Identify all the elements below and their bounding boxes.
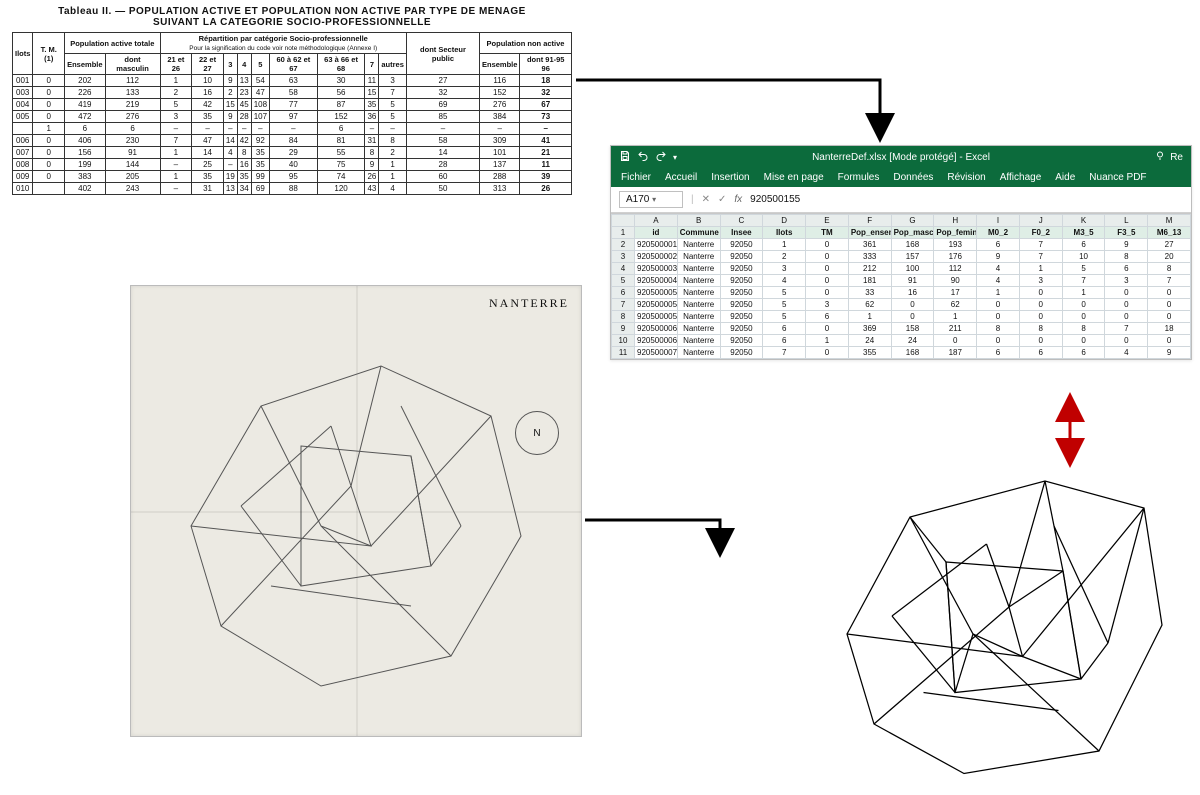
tell-me-text[interactable]: Re (1170, 152, 1183, 163)
table-row[interactable]: 10920500006Nanterre92050612424000000 (612, 335, 1191, 347)
arrow-oldmap-to-vector (585, 520, 720, 555)
ribbon-tab[interactable]: Mise en page (764, 172, 824, 183)
ribbon-tab[interactable]: Affichage (1000, 172, 1042, 183)
table-row: 006040623074714429284813185830941 (13, 135, 572, 147)
ribbon-tab[interactable]: Données (893, 172, 933, 183)
check-icon[interactable]: ✓ (718, 194, 726, 205)
col-header[interactable]: M (1148, 215, 1191, 227)
col-header[interactable]: G (891, 215, 934, 227)
excel-formula-bar: A170 ▾ | ✕ ✓ fx 920500155 (611, 187, 1191, 213)
table-row: 166––––––6––––– (13, 123, 572, 135)
col-header[interactable]: C (720, 215, 763, 227)
census-table: Ilots T. M. (1) Population active totale… (12, 32, 572, 195)
namebox[interactable]: A170 ▾ (619, 191, 683, 208)
lightbulb-icon[interactable] (1154, 150, 1166, 165)
ribbon-tab[interactable]: Accueil (665, 172, 697, 183)
map-title: NANTERRE (489, 296, 569, 311)
excel-titlebar: ▾ NanterreDef.xlsx [Mode protégé] - Exce… (611, 146, 1191, 168)
vector-cadastral-map (820, 460, 1180, 790)
col-header[interactable]: K (1062, 215, 1105, 227)
redo-icon[interactable] (655, 150, 667, 165)
col-header[interactable]: I (977, 215, 1020, 227)
col-header[interactable]: J (1019, 215, 1062, 227)
excel-grid[interactable]: ABCDEFGHIJKLM 1idCommuneInseeIlotsTMPop_… (611, 213, 1191, 359)
col-header[interactable]: F (848, 215, 891, 227)
table-row: 0050472276335928107971523658538473 (13, 111, 572, 123)
col-header[interactable]: H (934, 215, 977, 227)
ribbon-tab[interactable]: Formules (838, 172, 880, 183)
table-row[interactable]: 3920500002Nanterre9205020333157176971082… (612, 251, 1191, 263)
table-row: 0040419219542154510877873556927667 (13, 99, 572, 111)
table-row[interactable]: 5920500004Nanterre9205040181919043737 (612, 275, 1191, 287)
table-row[interactable]: 11920500007Nanterre920507035516818766649 (612, 347, 1191, 359)
table-row: 1idCommuneInseeIlotsTMPop_ensemblePop_ma… (612, 227, 1191, 239)
excel-window: ▾ NanterreDef.xlsx [Mode protégé] - Exce… (610, 145, 1192, 360)
table-row: 0080199144–25–16354075912813711 (13, 159, 572, 171)
col-header[interactable]: B (677, 215, 720, 227)
arrow-table-to-excel (576, 80, 880, 140)
table-row: 00102021121109135463301132711618 (13, 75, 572, 87)
table-row: 009038320513519359995742616028839 (13, 171, 572, 183)
table-row[interactable]: 2920500001Nanterre9205010361168193676927 (612, 239, 1191, 251)
census-title: Tableau II. — POPULATION ACTIVE ET POPUL… (12, 6, 572, 28)
col-header[interactable]: A (635, 215, 678, 227)
table-row: 00701569111448352955821410121 (13, 147, 572, 159)
table-row[interactable]: 8920500005Nanterre920505610100000 (612, 311, 1191, 323)
table-row[interactable]: 4920500003Nanterre920503021210011241568 (612, 263, 1191, 275)
ribbon-tab[interactable]: Fichier (621, 172, 651, 183)
window-title: NanterreDef.xlsx [Mode protégé] - Excel (611, 152, 1191, 163)
ribbon-tab[interactable]: Révision (947, 172, 985, 183)
cadastral-outline (151, 326, 551, 706)
table-row: 010402243–31133469881204345031326 (13, 183, 572, 195)
ribbon-tab[interactable]: Insertion (711, 172, 749, 183)
chevron-down-icon[interactable]: ▾ (652, 195, 656, 204)
chevron-down-icon[interactable]: ▾ (673, 153, 677, 162)
undo-icon[interactable] (637, 150, 649, 165)
formula-value[interactable]: 920500155 (750, 194, 800, 205)
table-row: 00302261332162234758561573215232 (13, 87, 572, 99)
col-header[interactable]: D (763, 215, 806, 227)
ribbon-tab[interactable]: Aide (1055, 172, 1075, 183)
fx-icon[interactable]: fx (734, 194, 742, 205)
table-row[interactable]: 6920500005Nanterre920505033161710100 (612, 287, 1191, 299)
census-document: Tableau II. — POPULATION ACTIVE ET POPUL… (12, 6, 572, 195)
col-header[interactable]: E (806, 215, 849, 227)
table-row[interactable]: 9920500006Nanterre9205060369158211888718 (612, 323, 1191, 335)
col-header[interactable]: L (1105, 215, 1148, 227)
scanned-cadastral-map: NANTERRE N (130, 285, 582, 737)
excel-ribbon: Fichier Accueil Insertion Mise en page Formu… (611, 168, 1191, 187)
save-icon[interactable] (619, 150, 631, 165)
table-row[interactable]: 7920500005Nanterre92050536206200000 (612, 299, 1191, 311)
ribbon-tab[interactable]: Nuance PDF (1089, 172, 1146, 183)
cancel-icon[interactable]: ✕ (702, 194, 710, 205)
